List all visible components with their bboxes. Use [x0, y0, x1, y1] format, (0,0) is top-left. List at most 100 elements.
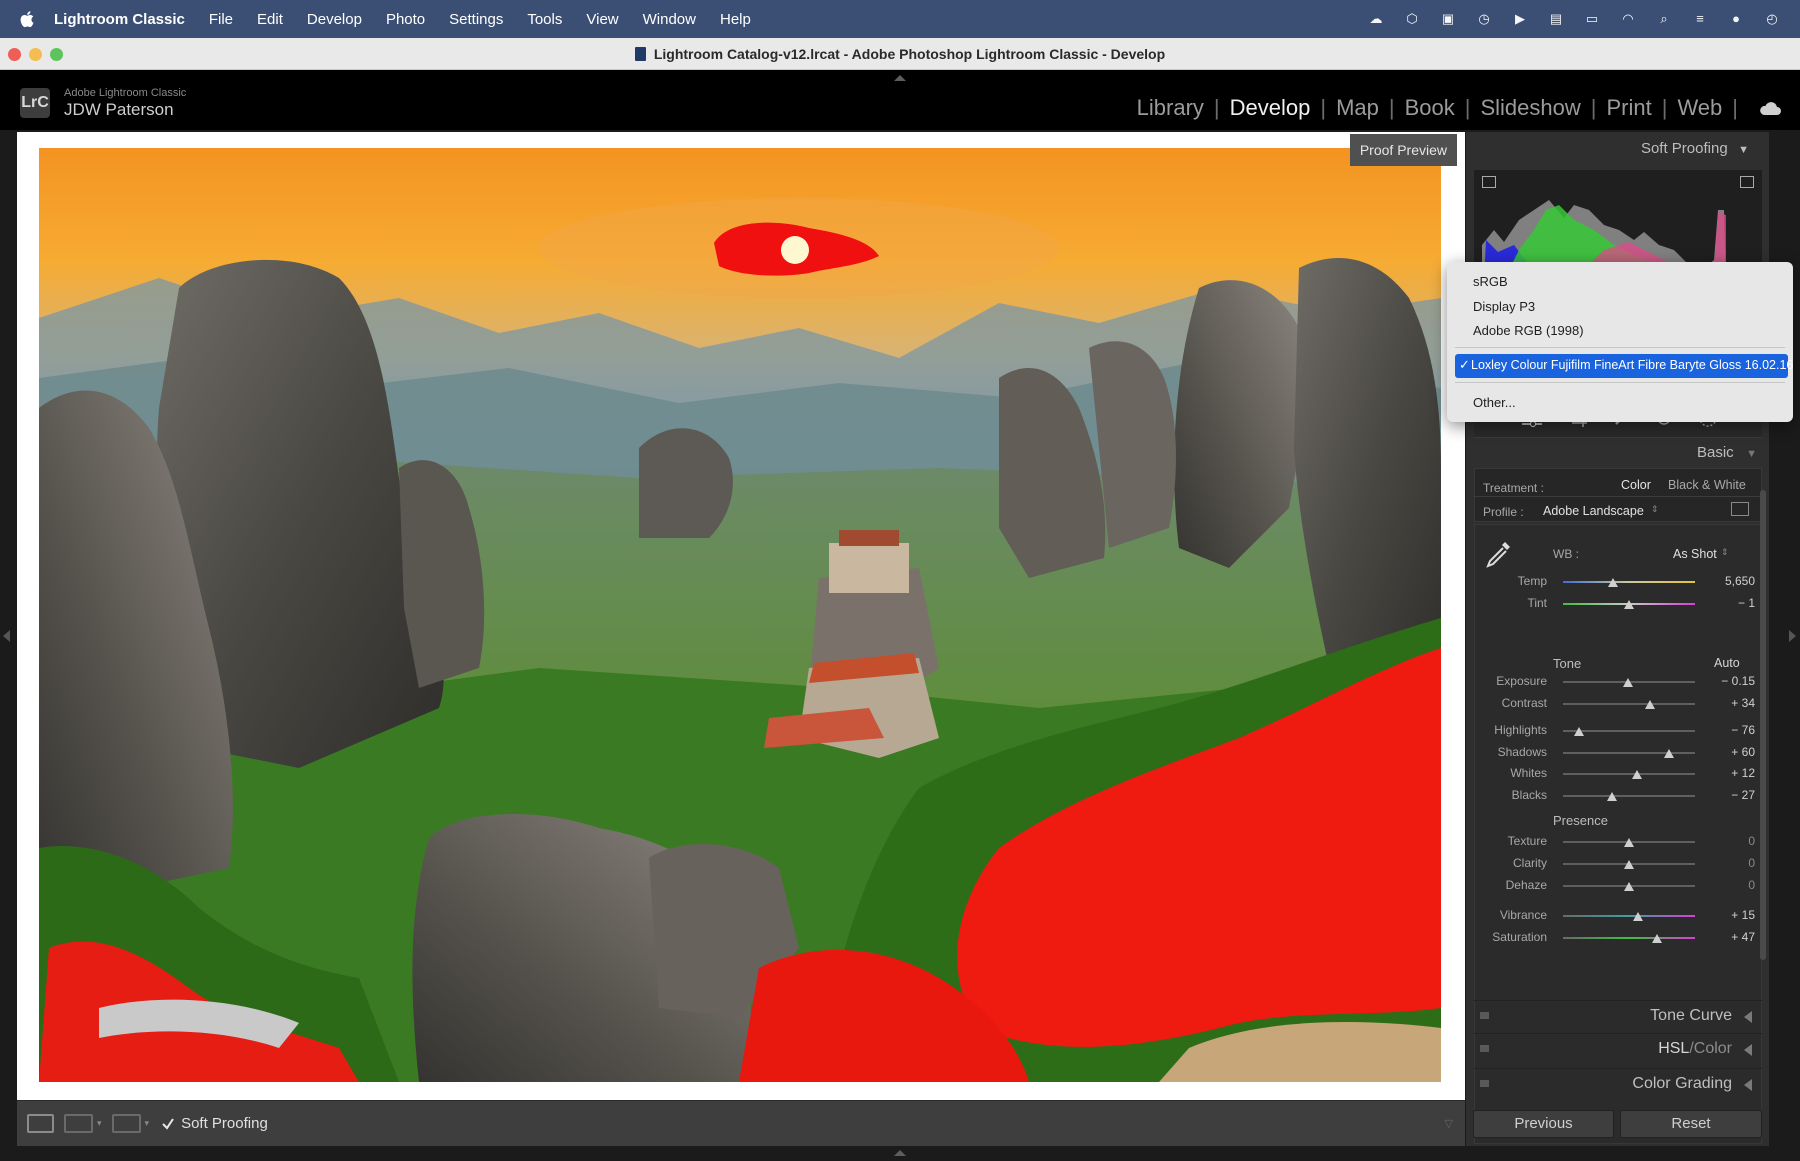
profile-option-adobe-rgb[interactable]: Adobe RGB (1998) [1473, 323, 1584, 338]
menu-tools[interactable]: Tools [527, 11, 562, 28]
color-grading-panel-header[interactable]: Color Grading [1474, 1068, 1762, 1098]
shadows-slider-thumb[interactable] [1663, 749, 1674, 758]
saturation-value[interactable]: + 47 [1695, 930, 1755, 944]
profile-browser-grid-icon[interactable] [1731, 502, 1749, 516]
menu-view[interactable]: View [586, 11, 618, 28]
saturation-slider-track[interactable] [1563, 937, 1695, 939]
vibrance-value[interactable]: + 15 [1695, 908, 1755, 922]
apple-menu-icon[interactable] [20, 10, 36, 28]
module-slideshow[interactable]: Slideshow [1470, 95, 1590, 121]
identity-user-name[interactable]: JDW Paterson [64, 100, 174, 120]
wb-stepper-icon[interactable]: ⇕ [1721, 547, 1729, 558]
hsl-color-panel-header[interactable]: HSL/Color [1474, 1033, 1762, 1063]
menu-window[interactable]: Window [643, 11, 696, 28]
texture-value[interactable]: 0 [1695, 834, 1755, 848]
menu-file[interactable]: File [209, 11, 233, 28]
wifi-icon[interactable]: ◠ [1618, 11, 1638, 27]
menu-develop[interactable]: Develop [307, 11, 362, 28]
loupe-view-icon[interactable] [27, 1114, 54, 1133]
module-map[interactable]: Map [1326, 95, 1389, 121]
profile-option-srgb[interactable]: sRGB [1473, 274, 1508, 289]
treatment-bw-option[interactable]: Black & White [1668, 478, 1746, 492]
contrast-value[interactable]: + 34 [1695, 696, 1755, 710]
photo-meteora-landscape[interactable] [39, 148, 1441, 1082]
clarity-value[interactable]: 0 [1695, 856, 1755, 870]
module-library[interactable]: Library [1127, 95, 1214, 121]
clarity-slider-thumb[interactable] [1624, 860, 1634, 869]
vibrance-slider-track[interactable] [1563, 915, 1695, 917]
blacks-slider-thumb[interactable] [1606, 792, 1617, 801]
module-web[interactable]: Web [1667, 95, 1732, 121]
treatment-color-option[interactable]: Color [1621, 478, 1651, 492]
white-balance-eyedropper-icon[interactable] [1485, 539, 1513, 569]
control-center-icon[interactable]: ≡ [1690, 11, 1710, 27]
contrast-slider-track[interactable] [1563, 703, 1695, 705]
swap-dropdown-icon[interactable]: ▾ [145, 1118, 150, 1129]
window-icon[interactable]: ▤ [1546, 11, 1566, 27]
printer-icon[interactable]: ▣ [1438, 11, 1458, 27]
dehaze-slider-thumb[interactable] [1624, 882, 1634, 891]
temp-slider-thumb[interactable] [1608, 578, 1619, 587]
menu-app-name[interactable]: Lightroom Classic [54, 11, 185, 28]
loupe-viewer[interactable]: Proof Preview [17, 132, 1465, 1100]
right-panel-toggle-icon[interactable] [1789, 630, 1796, 642]
creative-cloud-icon[interactable]: ☁ [1366, 11, 1386, 27]
highlights-value[interactable]: − 76 [1695, 723, 1755, 737]
siri-icon[interactable]: ● [1726, 11, 1746, 27]
menu-settings[interactable]: Settings [449, 11, 503, 28]
panel-switch-icon[interactable] [1480, 1045, 1489, 1052]
left-panel-toggle-icon[interactable] [3, 630, 10, 642]
battery-icon[interactable]: ▭ [1582, 11, 1602, 27]
module-print[interactable]: Print [1596, 95, 1661, 121]
top-panel-toggle-icon[interactable] [894, 75, 906, 81]
minimize-window-button[interactable] [29, 48, 42, 61]
blacks-slider-track[interactable] [1563, 795, 1695, 797]
search-icon[interactable]: ⌕ [1654, 11, 1674, 27]
profile-option-other[interactable]: Other... [1473, 395, 1516, 410]
filmstrip-toggle-icon[interactable] [894, 1150, 906, 1156]
whites-value[interactable]: + 12 [1695, 766, 1755, 780]
contrast-slider-thumb[interactable] [1645, 700, 1656, 709]
before-after-view-icon[interactable] [64, 1114, 93, 1133]
before-after-dropdown-icon[interactable]: ▾ [97, 1118, 102, 1129]
panel-switch-icon[interactable] [1480, 1080, 1489, 1087]
zoom-window-button[interactable] [50, 48, 63, 61]
highlights-slider-thumb[interactable] [1573, 727, 1584, 736]
tint-value[interactable]: − 1 [1695, 596, 1755, 610]
menu-help[interactable]: Help [720, 11, 751, 28]
wb-select[interactable]: As Shot [1673, 547, 1717, 561]
panel-scrollbar[interactable] [1760, 490, 1766, 960]
play-icon[interactable]: ▶ [1510, 11, 1530, 27]
tint-slider-thumb[interactable] [1624, 600, 1634, 609]
panel-switch-icon[interactable] [1480, 1012, 1489, 1019]
tone-auto-button[interactable]: Auto [1714, 656, 1740, 670]
clock-icon[interactable]: ◴ [1762, 11, 1782, 27]
module-book[interactable]: Book [1395, 95, 1465, 121]
toolbar-menu-icon[interactable]: ▽ [1445, 1117, 1453, 1130]
blacks-value[interactable]: − 27 [1695, 788, 1755, 802]
basic-panel-header[interactable]: Basic ▼ [1697, 444, 1757, 462]
profile-option-display-p3[interactable]: Display P3 [1473, 299, 1535, 314]
temp-value[interactable]: 5,650 [1695, 574, 1755, 588]
texture-slider-thumb[interactable] [1624, 838, 1634, 847]
shadows-slider-track[interactable] [1563, 752, 1695, 754]
proof-profile-dropdown[interactable]: sRGB Display P3 Adobe RGB (1998) ✓ Loxle… [1447, 262, 1793, 422]
previous-button[interactable]: Previous [1473, 1110, 1614, 1138]
dehaze-value[interactable]: 0 [1695, 878, 1755, 892]
soft-proofing-panel-header[interactable]: Soft Proofing ▼ [1641, 140, 1749, 158]
soft-proofing-checkbox[interactable]: Soft Proofing [161, 1115, 268, 1132]
location-icon[interactable]: ⬡ [1402, 11, 1422, 27]
profile-stepper-icon[interactable]: ⇕ [1651, 504, 1659, 515]
shadows-value[interactable]: + 60 [1695, 745, 1755, 759]
profile-select[interactable]: Adobe Landscape [1543, 504, 1644, 518]
cloud-sync-icon[interactable] [1758, 100, 1782, 116]
menu-photo[interactable]: Photo [386, 11, 425, 28]
hsl-tab[interactable]: HSL [1658, 1040, 1689, 1057]
exposure-slider-thumb[interactable] [1622, 678, 1633, 687]
swap-settings-icon[interactable] [111, 1114, 141, 1133]
time-machine-icon[interactable]: ◷ [1474, 11, 1494, 27]
menu-edit[interactable]: Edit [257, 11, 283, 28]
whites-slider-track[interactable] [1563, 773, 1695, 775]
temp-slider-track[interactable] [1563, 581, 1695, 583]
whites-slider-thumb[interactable] [1631, 770, 1642, 779]
